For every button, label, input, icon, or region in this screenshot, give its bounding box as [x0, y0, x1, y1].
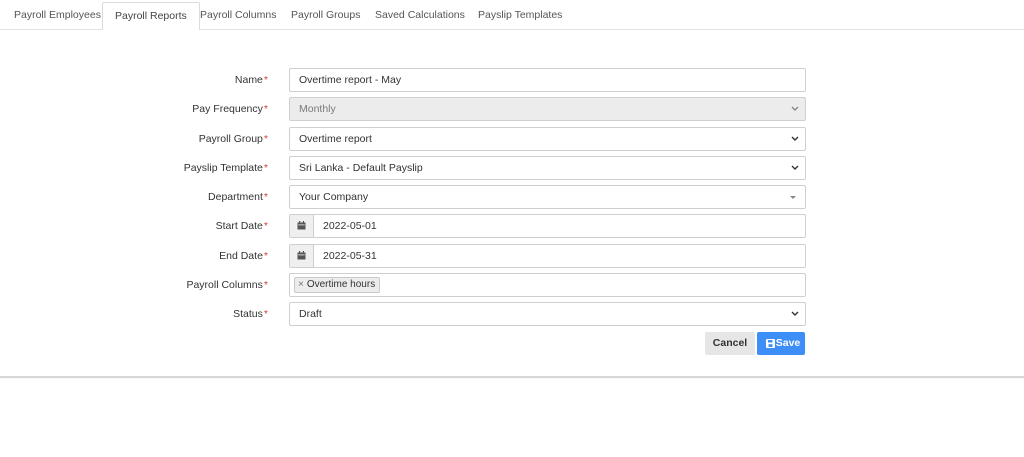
payroll-group-value: Overtime report	[299, 133, 372, 145]
tag-label: Overtime hours	[306, 279, 376, 290]
required-marker: *	[263, 308, 268, 320]
name-row: Name* Overtime report - May	[0, 68, 1024, 92]
pay-frequency-value: Monthly	[299, 103, 336, 115]
name-label-text: Name	[234, 74, 263, 86]
calendar-icon[interactable]	[290, 215, 314, 237]
selected-column-tag: × Overtime hours	[294, 277, 381, 293]
required-marker: *	[263, 103, 268, 115]
status-select[interactable]: Draft	[289, 302, 806, 326]
start-date-row: Start Date* 2022-05-01	[0, 214, 1024, 238]
tab-payroll-reports[interactable]: Payroll Reports	[102, 2, 200, 31]
start-date-label: Start Date*	[216, 214, 268, 238]
name-value: Overtime report - May	[299, 74, 402, 86]
required-marker: *	[263, 133, 268, 145]
required-marker: *	[263, 162, 268, 174]
status-label-text: Status	[233, 308, 263, 320]
required-marker: *	[263, 191, 268, 203]
payroll-columns-label: Payroll Columns*	[186, 273, 268, 297]
calendar-icon[interactable]	[290, 245, 314, 267]
payroll-group-select[interactable]: Overtime report	[289, 127, 806, 151]
department-value: Your Company	[299, 191, 369, 203]
payslip-template-row: Payslip Template* Sri Lanka - Default Pa…	[0, 156, 1024, 180]
tab-payroll-groups[interactable]: Payroll Groups	[279, 2, 372, 31]
payslip-template-select[interactable]: Sri Lanka - Default Payslip	[289, 156, 806, 180]
pay-frequency-label-text: Pay Frequency	[192, 103, 263, 115]
name-label: Name*	[235, 68, 268, 92]
status-label: Status*	[233, 302, 268, 326]
end-date-input[interactable]: 2022-05-31	[289, 244, 806, 268]
end-date-label-text: End Date	[219, 250, 263, 262]
end-date-row: End Date* 2022-05-31	[0, 244, 1024, 268]
payroll-group-row: Payroll Group* Overtime report	[0, 127, 1024, 151]
chevron-down-icon	[790, 128, 800, 150]
pay-frequency-select: Monthly	[289, 97, 806, 121]
cancel-button[interactable]: Cancel	[705, 332, 755, 355]
save-button-label: Save	[775, 337, 801, 349]
floppy-disk-icon	[766, 339, 775, 348]
tab-payslip-templates[interactable]: Payslip Templates	[466, 2, 574, 31]
status-row: Status* Draft	[0, 302, 1024, 326]
department-label: Department*	[208, 185, 268, 209]
tab-payroll-columns[interactable]: Payroll Columns	[188, 2, 288, 31]
status-value: Draft	[299, 308, 322, 320]
save-button[interactable]: Save	[757, 332, 805, 355]
department-row: Department* Your Company	[0, 185, 1024, 209]
department-select[interactable]: Your Company	[289, 185, 806, 209]
chevron-down-icon	[790, 303, 800, 325]
payroll-columns-row: Payroll Columns* × Overtime hours	[0, 273, 1024, 297]
required-marker: *	[263, 74, 268, 86]
payroll-group-label: Payroll Group*	[199, 127, 268, 151]
pay-frequency-label: Pay Frequency*	[192, 97, 268, 121]
chevron-down-icon	[790, 98, 800, 120]
start-date-label-text: Start Date	[215, 220, 263, 232]
payslip-template-label-text: Payslip Template	[183, 162, 263, 174]
start-date-input[interactable]: 2022-05-01	[289, 214, 806, 238]
caret-down-icon	[790, 196, 796, 199]
payroll-columns-multiselect[interactable]: × Overtime hours	[289, 273, 806, 297]
payslip-template-value: Sri Lanka - Default Payslip	[299, 162, 423, 174]
end-date-value: 2022-05-31	[323, 250, 377, 262]
required-marker: *	[263, 279, 268, 291]
payroll-group-label-text: Payroll Group	[198, 133, 263, 145]
pay-frequency-row: Pay Frequency* Monthly	[0, 97, 1024, 121]
payslip-template-label: Payslip Template*	[184, 156, 268, 180]
name-input[interactable]: Overtime report - May	[289, 68, 806, 92]
required-marker: *	[263, 250, 268, 262]
start-date-value: 2022-05-01	[323, 220, 377, 232]
tab-bar: Payroll Employees Payroll Reports Payrol…	[0, 0, 1024, 31]
department-label-text: Department	[208, 191, 263, 203]
payroll-columns-label-text: Payroll Columns	[186, 279, 263, 291]
chevron-down-icon	[790, 157, 800, 179]
tab-saved-calculations[interactable]: Saved Calculations	[363, 2, 477, 31]
end-date-label: End Date*	[219, 244, 268, 268]
remove-tag-icon[interactable]: ×	[298, 279, 304, 290]
required-marker: *	[263, 220, 268, 232]
tab-payroll-employees[interactable]: Payroll Employees	[2, 2, 113, 31]
